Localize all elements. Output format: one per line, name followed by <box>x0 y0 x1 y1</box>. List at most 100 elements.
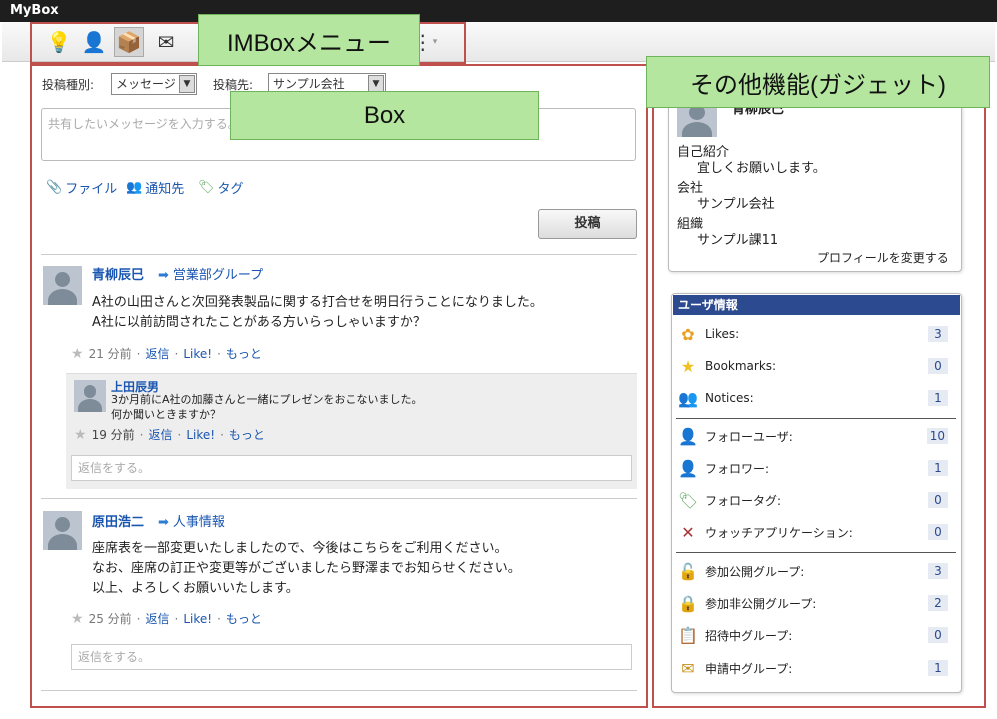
profile-intro-value: 宜しくお願いします。 <box>697 161 826 176</box>
callout-gadget: その他機能(ガジェット) <box>646 56 990 108</box>
post-user-name[interactable]: 原田浩二 <box>92 511 144 530</box>
more-link[interactable]: もっと <box>229 426 265 443</box>
reply-message-line: 何か聞いときますか？ <box>111 408 221 421</box>
user-info-public-groups[interactable]: 🔓 参加公開グループ: 3 <box>676 557 948 585</box>
user-info-private-groups[interactable]: 🔒 参加非公開グループ: 2 <box>676 589 948 617</box>
user-info-title: ユーザ情報 <box>673 295 960 315</box>
follower-icon: 👤 <box>678 458 698 478</box>
post-message: A社の山田さんと次回発表製品に関する打合せを明日行うことになりました。 A社に以… <box>92 293 543 333</box>
reply-input[interactable]: 返信をする。 <box>71 644 632 670</box>
user-info-watch-apps[interactable]: ✕ ウォッチアプリケーション: 0 <box>676 518 948 546</box>
people-icon: 👥 <box>126 180 143 195</box>
notify-label: 通知先 <box>145 182 185 197</box>
post-time: 21 分前 <box>88 347 132 361</box>
post-user-name[interactable]: 青柳辰巳 <box>92 264 144 283</box>
user-info-label: Bookmarks: <box>705 359 777 373</box>
post-type-label: 投稿種別: <box>42 78 95 92</box>
lock-icon: 🔒 <box>678 593 698 613</box>
arrow-right-icon: ➡ <box>158 268 169 283</box>
attach-file-link[interactable]: 📎 ファイル <box>46 178 117 197</box>
avatar[interactable] <box>43 266 82 305</box>
reply-link[interactable]: 返信 <box>145 610 169 627</box>
notify-link[interactable]: 👥 通知先 <box>126 178 184 197</box>
post-time: 25 分前 <box>88 612 132 626</box>
user-info-applying-groups[interactable]: ✉ 申請中グループ: 1 <box>676 654 948 682</box>
divider <box>41 690 637 691</box>
post-meta: ★ 21 分前 · 返信 · Like! · もっと <box>71 345 262 362</box>
mail-icon: ✉ <box>681 658 695 678</box>
user-info-invited-groups[interactable]: 📋 招待中グループ: 0 <box>676 621 948 649</box>
post-dest-value: サンプル会社 <box>273 77 345 91</box>
avatar[interactable] <box>43 511 82 550</box>
edit-profile-link[interactable]: プロフィールを変更する <box>817 249 949 266</box>
user-info-follow-users[interactable]: 👤 フォローユーザ: 10 <box>676 422 948 450</box>
user-info-followers[interactable]: 👤 フォロワー: 1 <box>676 454 948 482</box>
tag-link[interactable]: 🏷 タグ <box>198 178 244 197</box>
user-info-count: 10 <box>926 428 948 444</box>
post-group-name: 人事情報 <box>172 515 225 530</box>
user-info-label: 招待中グループ: <box>705 628 793 643</box>
avatar[interactable] <box>74 380 106 412</box>
user-info-count: 1 <box>928 460 948 476</box>
user-info-count: 1 <box>928 660 948 676</box>
reply-placeholder: 返信をする。 <box>78 650 151 664</box>
tools-icon: ✕ <box>681 522 695 542</box>
tag-icon: 🏷 <box>677 490 699 510</box>
reply-message: 3か月前にA社の加藤さんと一緒にプレゼンをおこないました。 何か聞いときますか？ <box>111 392 423 422</box>
user-info-label: Notices: <box>705 391 754 405</box>
message-placeholder: 共有したいメッセージを入力する。 <box>48 117 240 131</box>
post-button[interactable]: 投稿 <box>538 209 637 239</box>
more-link[interactable]: もっと <box>226 345 262 362</box>
invite-icon: 📋 <box>678 625 698 645</box>
divider <box>41 498 637 499</box>
user-info-likes[interactable]: ✿ Likes: 3 <box>676 320 948 348</box>
people-icon: 👥 <box>678 388 698 408</box>
reply-link[interactable]: 返信 <box>148 426 172 443</box>
post-message-line: A社の山田さんと次回発表製品に関する打合せを明日行うことになりました。 <box>92 295 543 310</box>
user-info-label: フォロータグ: <box>705 493 782 508</box>
user-info-label: 申請中グループ: <box>705 661 793 676</box>
user-info-label: 参加非公開グループ: <box>705 596 817 611</box>
post-group-name: 営業部グループ <box>172 268 264 283</box>
arrow-right-icon: ➡ <box>158 515 169 530</box>
star-icon: ★ <box>680 356 696 376</box>
paperclip-icon: 📎 <box>46 180 63 195</box>
more-link[interactable]: もっと <box>226 610 262 627</box>
dropdown-arrow-icon: ▼ <box>179 75 195 93</box>
like-link[interactable]: Like! <box>186 428 215 442</box>
reply-input[interactable]: 返信をする。 <box>71 455 632 481</box>
tag-icon: 🏷 <box>198 180 215 195</box>
user-info-count: 3 <box>928 563 948 579</box>
follow-user-icon: 👤 <box>678 426 698 446</box>
user-info-notices[interactable]: 👥 Notices: 1 <box>676 384 948 412</box>
reply-message-line: 3か月前にA社の加藤さんと一緒にプレゼンをおこないました。 <box>111 393 423 406</box>
post-message-line: 座席表を一部変更いたしましたので、今後はこちらをご利用ください。 <box>92 541 508 556</box>
like-link[interactable]: Like! <box>183 612 212 626</box>
user-info-label: 参加公開グループ: <box>705 564 805 579</box>
post-group-link[interactable]: ➡ 営業部グループ <box>158 264 263 283</box>
user-info-follow-tags[interactable]: 🏷 フォロータグ: 0 <box>676 486 948 514</box>
user-info-label: フォローユーザ: <box>705 429 793 444</box>
star-icon[interactable]: ★ <box>71 611 84 627</box>
divider <box>676 552 956 553</box>
user-info-count: 0 <box>928 492 948 508</box>
reply-link[interactable]: 返信 <box>145 345 169 362</box>
star-icon[interactable]: ★ <box>71 346 84 362</box>
reply-time: 19 分前 <box>91 428 135 442</box>
post-meta: ★ 25 分前 · 返信 · Like! · もっと <box>71 610 262 627</box>
user-info-count: 2 <box>928 595 948 611</box>
reply-placeholder: 返信をする。 <box>78 461 151 475</box>
post-type-select[interactable]: メッセージ ▼ <box>111 73 197 95</box>
post-group-link[interactable]: ➡ 人事情報 <box>158 511 225 530</box>
star-icon[interactable]: ★ <box>74 427 87 443</box>
divider <box>41 254 637 255</box>
user-info-count: 1 <box>928 390 948 406</box>
tag-label: タグ <box>217 182 244 197</box>
user-info-label: ウォッチアプリケーション: <box>705 525 853 540</box>
user-info-count: 0 <box>928 524 948 540</box>
user-info-count: 3 <box>928 326 948 342</box>
like-link[interactable]: Like! <box>183 347 212 361</box>
user-info-bookmarks[interactable]: ★ Bookmarks: 0 <box>676 352 948 380</box>
post-message-line: 以上、よろしくお願いいたします。 <box>92 581 299 596</box>
window-title: MyBox <box>0 0 997 22</box>
